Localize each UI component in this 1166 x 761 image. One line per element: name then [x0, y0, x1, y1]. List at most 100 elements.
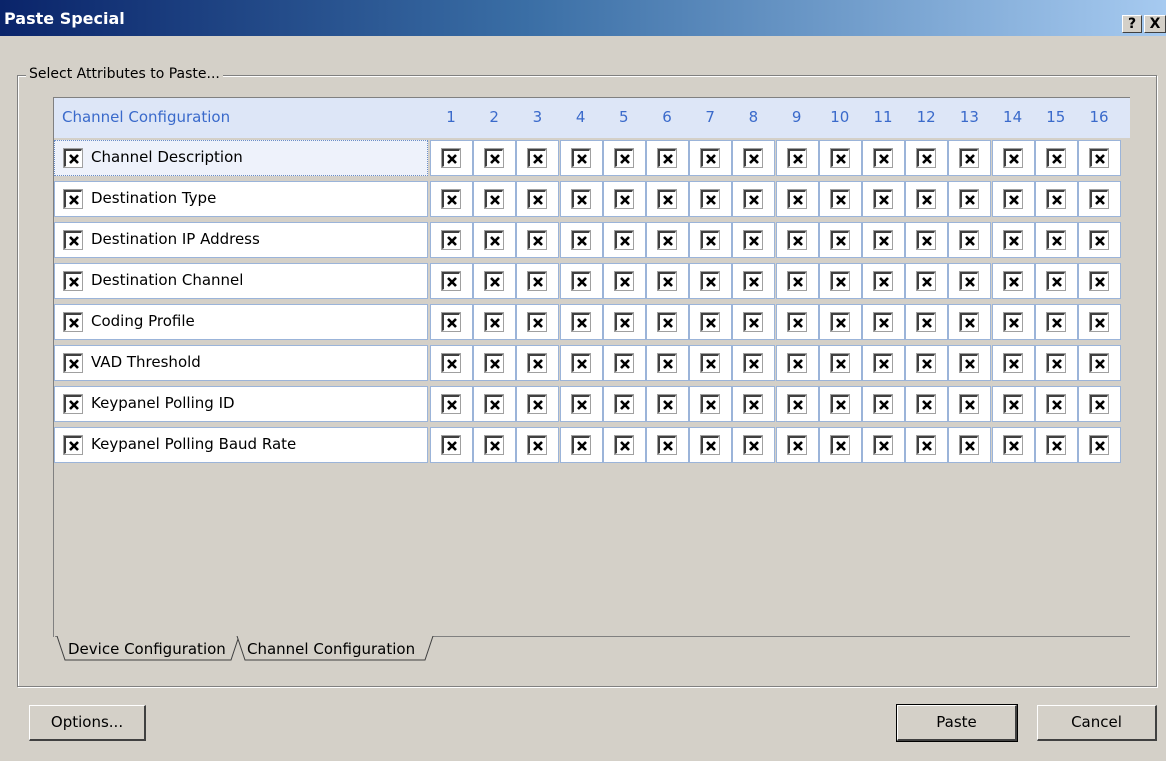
channel-checkbox[interactable]	[916, 435, 937, 455]
channel-checkbox[interactable]	[959, 312, 980, 332]
channel-checkbox[interactable]	[700, 271, 721, 291]
channel-checkbox[interactable]	[613, 394, 634, 414]
channel-checkbox[interactable]	[1045, 189, 1066, 209]
channel-checkbox[interactable]	[613, 148, 634, 168]
channel-checkbox[interactable]	[829, 189, 850, 209]
channel-checkbox[interactable]	[786, 435, 807, 455]
row-attribute-cell[interactable]: VAD Threshold	[54, 345, 428, 381]
channel-checkbox[interactable]	[916, 353, 937, 373]
channel-checkbox[interactable]	[527, 353, 548, 373]
channel-checkbox[interactable]	[441, 435, 461, 455]
attribute-checkbox[interactable]	[63, 230, 83, 250]
channel-checkbox[interactable]	[657, 394, 677, 414]
channel-checkbox[interactable]	[1002, 271, 1023, 291]
channel-checkbox[interactable]	[786, 312, 807, 332]
paste-button[interactable]: Paste	[896, 704, 1018, 742]
channel-checkbox[interactable]	[959, 230, 980, 250]
channel-checkbox[interactable]	[873, 148, 893, 168]
channel-checkbox[interactable]	[570, 394, 591, 414]
channel-checkbox[interactable]	[570, 189, 591, 209]
channel-checkbox[interactable]	[700, 148, 721, 168]
tab-device-configuration[interactable]: Device Configuration	[60, 636, 234, 662]
channel-checkbox[interactable]	[786, 230, 807, 250]
channel-checkbox[interactable]	[743, 230, 764, 250]
channel-checkbox[interactable]	[829, 148, 850, 168]
channel-checkbox[interactable]	[570, 230, 591, 250]
channel-checkbox[interactable]	[700, 353, 721, 373]
channel-checkbox[interactable]	[700, 394, 721, 414]
channel-checkbox[interactable]	[916, 394, 937, 414]
channel-checkbox[interactable]	[743, 312, 764, 332]
channel-checkbox[interactable]	[1089, 230, 1109, 250]
channel-checkbox[interactable]	[484, 230, 505, 250]
row-attribute-cell[interactable]: Destination Type	[54, 181, 428, 217]
row-attribute-cell[interactable]: Channel Description	[54, 140, 428, 176]
channel-checkbox[interactable]	[1045, 435, 1066, 455]
channel-checkbox[interactable]	[873, 394, 893, 414]
close-icon[interactable]: X	[1144, 15, 1166, 33]
channel-checkbox[interactable]	[1089, 353, 1109, 373]
channel-checkbox[interactable]	[1089, 148, 1109, 168]
channel-checkbox[interactable]	[916, 189, 937, 209]
channel-checkbox[interactable]	[1045, 394, 1066, 414]
channel-checkbox[interactable]	[527, 271, 548, 291]
channel-checkbox[interactable]	[484, 271, 505, 291]
channel-checkbox[interactable]	[613, 230, 634, 250]
channel-checkbox[interactable]	[570, 312, 591, 332]
channel-checkbox[interactable]	[1002, 312, 1023, 332]
channel-checkbox[interactable]	[441, 312, 461, 332]
channel-checkbox[interactable]	[873, 312, 893, 332]
channel-checkbox[interactable]	[959, 189, 980, 209]
channel-checkbox[interactable]	[527, 394, 548, 414]
row-attribute-cell[interactable]: Destination IP Address	[54, 222, 428, 258]
attribute-checkbox[interactable]	[63, 312, 83, 332]
channel-checkbox[interactable]	[829, 353, 850, 373]
channel-checkbox[interactable]	[484, 435, 505, 455]
channel-checkbox[interactable]	[829, 435, 850, 455]
channel-checkbox[interactable]	[570, 435, 591, 455]
channel-checkbox[interactable]	[873, 353, 893, 373]
channel-checkbox[interactable]	[1002, 353, 1023, 373]
channel-checkbox[interactable]	[829, 271, 850, 291]
channel-checkbox[interactable]	[570, 148, 591, 168]
channel-checkbox[interactable]	[916, 230, 937, 250]
tab-channel-configuration[interactable]: Channel Configuration	[239, 636, 423, 662]
channel-checkbox[interactable]	[484, 312, 505, 332]
channel-checkbox[interactable]	[959, 271, 980, 291]
channel-checkbox[interactable]	[484, 394, 505, 414]
channel-checkbox[interactable]	[916, 271, 937, 291]
channel-checkbox[interactable]	[786, 353, 807, 373]
channel-checkbox[interactable]	[527, 148, 548, 168]
channel-checkbox[interactable]	[829, 312, 850, 332]
channel-checkbox[interactable]	[873, 435, 893, 455]
channel-checkbox[interactable]	[1089, 435, 1109, 455]
attribute-checkbox[interactable]	[63, 271, 83, 291]
channel-checkbox[interactable]	[441, 230, 461, 250]
channel-checkbox[interactable]	[959, 394, 980, 414]
channel-checkbox[interactable]	[1002, 394, 1023, 414]
attribute-checkbox[interactable]	[63, 353, 83, 373]
channel-checkbox[interactable]	[1045, 353, 1066, 373]
channel-checkbox[interactable]	[743, 148, 764, 168]
cancel-button[interactable]: Cancel	[1037, 705, 1157, 741]
channel-checkbox[interactable]	[1045, 312, 1066, 332]
channel-checkbox[interactable]	[1002, 435, 1023, 455]
channel-checkbox[interactable]	[657, 230, 677, 250]
channel-checkbox[interactable]	[657, 189, 677, 209]
channel-checkbox[interactable]	[786, 189, 807, 209]
channel-checkbox[interactable]	[959, 353, 980, 373]
channel-checkbox[interactable]	[743, 353, 764, 373]
channel-checkbox[interactable]	[916, 312, 937, 332]
channel-checkbox[interactable]	[1089, 189, 1109, 209]
channel-checkbox[interactable]	[613, 312, 634, 332]
channel-checkbox[interactable]	[873, 189, 893, 209]
channel-checkbox[interactable]	[527, 230, 548, 250]
channel-checkbox[interactable]	[657, 271, 677, 291]
channel-checkbox[interactable]	[743, 271, 764, 291]
channel-checkbox[interactable]	[1045, 271, 1066, 291]
channel-checkbox[interactable]	[1002, 189, 1023, 209]
channel-checkbox[interactable]	[441, 271, 461, 291]
row-attribute-cell[interactable]: Keypanel Polling Baud Rate	[54, 427, 428, 463]
channel-checkbox[interactable]	[700, 230, 721, 250]
channel-checkbox[interactable]	[527, 312, 548, 332]
